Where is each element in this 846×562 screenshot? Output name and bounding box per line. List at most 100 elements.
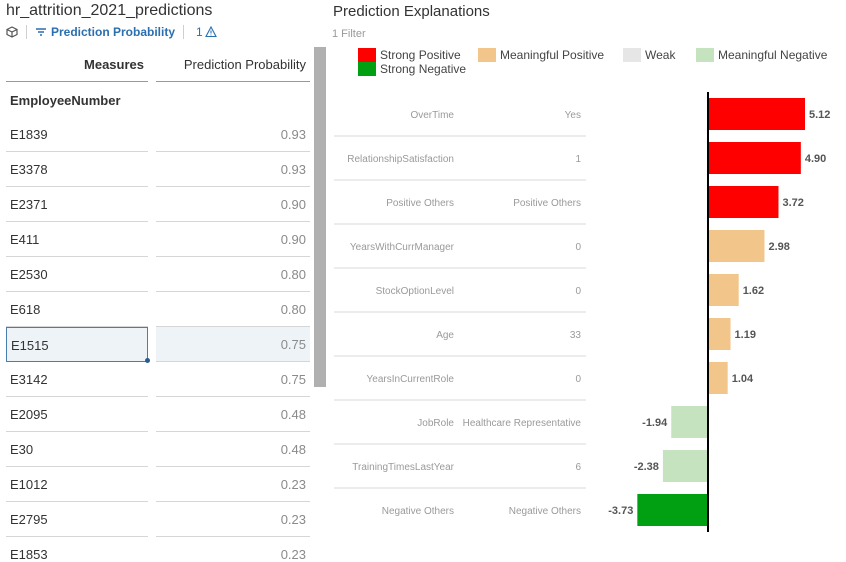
table-row[interactable]: E1012 0.23 bbox=[0, 467, 312, 502]
contribution-bar[interactable] bbox=[671, 406, 708, 438]
legend-item[interactable]: Strong Positive bbox=[358, 48, 461, 62]
contribution-bar[interactable] bbox=[662, 450, 708, 482]
prediction-probability-cell[interactable]: 0.48 bbox=[156, 432, 310, 467]
table-row[interactable]: E411 0.90 bbox=[0, 222, 312, 257]
toolbar-divider bbox=[26, 25, 27, 39]
contribution-bar[interactable] bbox=[708, 186, 779, 218]
legend-label: Strong Positive bbox=[380, 48, 461, 62]
variable-label[interactable]: YearsInCurrentRole bbox=[367, 374, 455, 385]
prediction-probability-cell[interactable]: 0.75 bbox=[156, 362, 310, 397]
variable-value-label: 0 bbox=[575, 286, 581, 297]
chart-title: Prediction Explanations bbox=[333, 3, 490, 20]
prediction-probability-cell[interactable]: 0.75 bbox=[156, 327, 310, 362]
variable-label[interactable]: TrainingTimesLastYear bbox=[352, 462, 454, 473]
employee-number-cell[interactable]: E3142 bbox=[6, 362, 148, 397]
warning-chip[interactable]: 1 bbox=[196, 25, 217, 39]
employee-number-cell[interactable]: E3378 bbox=[6, 152, 148, 187]
legend-item[interactable]: Strong Negative bbox=[358, 62, 466, 76]
legend-item[interactable]: Meaningful Negative bbox=[696, 48, 827, 62]
employee-number-cell[interactable]: E1012 bbox=[6, 467, 148, 502]
prediction-probability-cell[interactable]: 0.90 bbox=[156, 222, 310, 257]
variable-label[interactable]: Age bbox=[436, 330, 454, 341]
table-row[interactable]: E2530 0.80 bbox=[0, 257, 312, 292]
variable-value-label: 1 bbox=[575, 154, 581, 165]
table-row[interactable]: E3142 0.75 bbox=[0, 362, 312, 397]
employee-number-cell[interactable]: E2371 bbox=[6, 187, 148, 222]
table-row[interactable]: E2371 0.90 bbox=[0, 187, 312, 222]
prediction-probability-cell[interactable]: 0.90 bbox=[156, 187, 310, 222]
legend-swatch bbox=[358, 48, 376, 62]
legend-item[interactable]: Meaningful Positive bbox=[478, 48, 604, 62]
legend-label: Meaningful Negative bbox=[718, 48, 828, 62]
app-title: hr_attrition_2021_predictions bbox=[6, 2, 213, 19]
warning-icon bbox=[204, 26, 217, 38]
variable-value-label: Healthcare Representative bbox=[463, 418, 582, 429]
variable-label[interactable]: JobRole bbox=[417, 418, 454, 429]
contribution-bar[interactable] bbox=[708, 98, 805, 130]
legend-label: Meaningful Positive bbox=[500, 48, 605, 62]
prediction-probability-cell[interactable]: 0.93 bbox=[156, 152, 310, 187]
variable-value-label: 0 bbox=[575, 374, 581, 385]
legend-item[interactable]: Weak bbox=[623, 48, 675, 62]
table-row[interactable]: E618 0.80 bbox=[0, 292, 312, 327]
explanations-chart: OverTime Yes 5.12 RelationshipSatisfaction 1… bbox=[334, 92, 830, 532]
row-header-employee-number[interactable]: EmployeeNumber bbox=[10, 93, 121, 108]
prediction-probability-cell[interactable]: 0.80 bbox=[156, 292, 310, 327]
table-row[interactable]: E1839 0.93 bbox=[0, 117, 312, 152]
variable-label[interactable]: RelationshipSatisfaction bbox=[347, 154, 454, 165]
filter-count[interactable]: 1 Filter bbox=[332, 28, 366, 40]
contribution-bar[interactable] bbox=[708, 362, 728, 394]
contribution-bar[interactable] bbox=[708, 318, 731, 350]
toolbar-divider bbox=[183, 25, 185, 39]
column-header-measures[interactable]: Measures bbox=[6, 47, 148, 82]
bar-value-label: -1.94 bbox=[642, 417, 668, 429]
employee-number-cell[interactable]: E1839 bbox=[6, 117, 148, 152]
table-row[interactable]: E2795 0.23 bbox=[0, 502, 312, 537]
prediction-probability-cell[interactable]: 0.23 bbox=[156, 467, 310, 502]
employee-number-cell[interactable]: E1515 bbox=[6, 327, 148, 362]
bar-value-label: 3.72 bbox=[782, 197, 803, 209]
contribution-bar[interactable] bbox=[708, 230, 765, 262]
table-row[interactable]: E1853 0.23 bbox=[0, 537, 312, 562]
employee-number-cell[interactable]: E2795 bbox=[6, 502, 148, 537]
bar-value-label: -2.38 bbox=[634, 461, 659, 473]
variable-value-label: 6 bbox=[575, 462, 581, 473]
table-row[interactable]: E30 0.48 bbox=[0, 432, 312, 467]
employee-number-cell[interactable]: E1853 bbox=[6, 537, 148, 562]
contribution-bar[interactable] bbox=[708, 142, 801, 174]
prediction-probability-cell[interactable]: 0.23 bbox=[156, 537, 310, 562]
table-row[interactable]: E2095 0.48 bbox=[0, 397, 312, 432]
legend-label: Weak bbox=[645, 48, 676, 62]
column-header-prediction-probability[interactable]: Prediction Probability bbox=[156, 47, 310, 82]
contribution-bar[interactable] bbox=[708, 274, 739, 306]
employee-number-cell[interactable]: E2095 bbox=[6, 397, 148, 432]
legend-swatch bbox=[696, 48, 714, 62]
variable-label[interactable]: OverTime bbox=[410, 110, 454, 121]
variable-label[interactable]: Positive Others bbox=[386, 198, 454, 209]
variable-label[interactable]: YearsWithCurrManager bbox=[350, 242, 455, 253]
employee-number-cell[interactable]: E618 bbox=[6, 292, 148, 327]
filter-chip[interactable]: Prediction Probability bbox=[35, 25, 175, 39]
table-scrollbar[interactable] bbox=[314, 47, 326, 387]
contribution-bar[interactable] bbox=[637, 494, 708, 526]
variable-label[interactable]: Negative Others bbox=[382, 506, 454, 517]
prediction-probability-cell[interactable]: 0.48 bbox=[156, 397, 310, 432]
bar-value-label: 5.12 bbox=[809, 109, 830, 121]
employee-number-cell[interactable]: E2530 bbox=[6, 257, 148, 292]
prediction-probability-cell[interactable]: 0.23 bbox=[156, 502, 310, 537]
table-row[interactable]: E1515 0.75 bbox=[0, 327, 312, 363]
legend-label: Strong Negative bbox=[380, 62, 467, 76]
employee-number-cell[interactable]: E30 bbox=[6, 432, 148, 467]
prediction-probability-cell[interactable]: 0.93 bbox=[156, 117, 310, 152]
filter-chip-label: Prediction Probability bbox=[51, 25, 176, 39]
bar-value-label: 1.04 bbox=[732, 373, 754, 385]
predictions-table-panel: hr_attrition_2021_predictions Prediction… bbox=[0, 0, 328, 562]
prediction-probability-cell[interactable]: 0.80 bbox=[156, 257, 310, 292]
employee-number-cell[interactable]: E411 bbox=[6, 222, 148, 257]
legend-swatch bbox=[478, 48, 496, 62]
table-row[interactable]: E3378 0.93 bbox=[0, 152, 312, 187]
variable-label[interactable]: StockOptionLevel bbox=[376, 286, 454, 297]
variable-value-label: Negative Others bbox=[509, 506, 581, 517]
bar-value-label: 1.19 bbox=[735, 329, 756, 341]
cube-icon[interactable] bbox=[6, 26, 18, 38]
